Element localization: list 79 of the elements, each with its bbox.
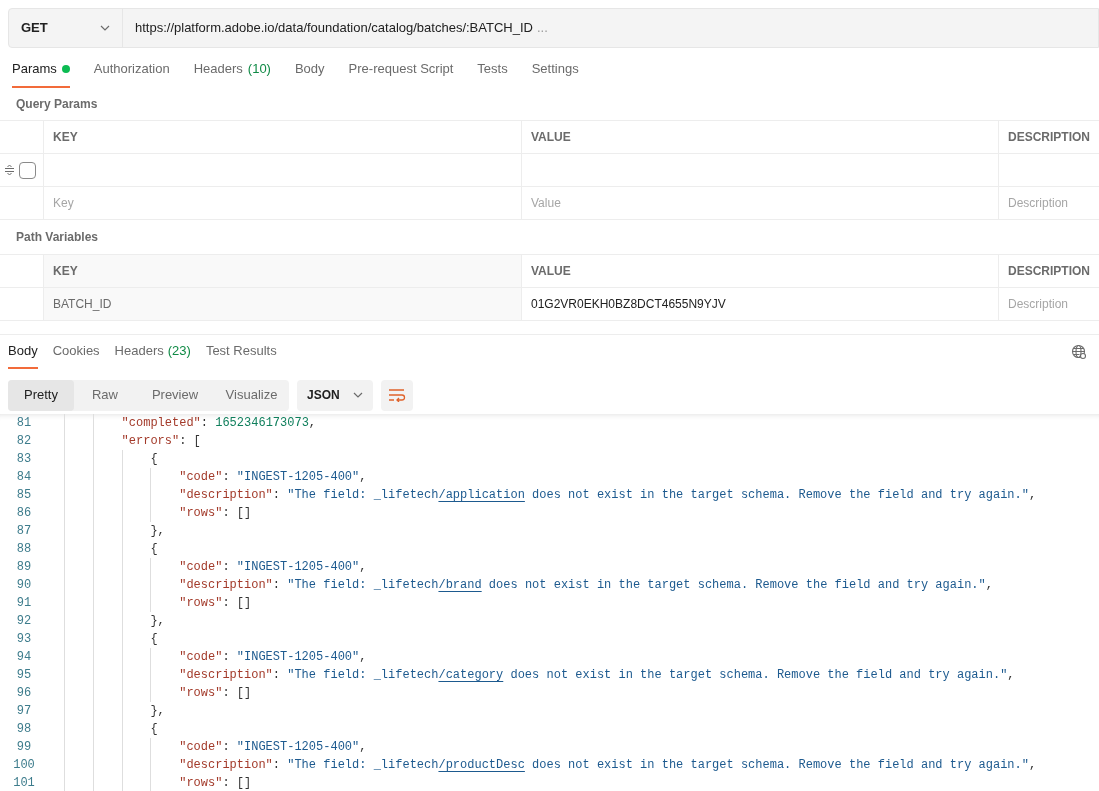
line-number: 83 [16, 451, 32, 468]
description-field[interactable]: Description [999, 187, 1099, 219]
line-number: 101 [13, 775, 35, 791]
tab[interactable]: Headers (23) [114, 336, 191, 369]
drag-handle-icon[interactable] [4, 165, 15, 175]
column-header: KEY [53, 129, 78, 146]
line-number: 96 [16, 685, 32, 702]
view-mode-tab[interactable]: Visualize [214, 379, 289, 411]
line-number: 91 [16, 595, 32, 612]
code-line: "description": "The field: _lifetech/productDesc does not exist in the target schema. Remove the field and try again.", [179, 757, 1037, 774]
column-header: DESCRIPTION [1008, 263, 1090, 280]
checkbox[interactable] [19, 161, 36, 179]
format-dropdown[interactable]: JSON [297, 379, 373, 411]
code-line: "completed": 1652346173073, [121, 415, 317, 432]
line-number: 90 [16, 577, 32, 594]
tab[interactable]: Params [12, 54, 70, 88]
line-number: 100 [13, 757, 35, 774]
line-number: 94 [16, 649, 32, 666]
line-number: 89 [16, 559, 32, 576]
line-number: 88 [16, 541, 32, 558]
code-line: }, [150, 703, 165, 720]
column-header: VALUE [531, 263, 571, 280]
line-number: 84 [16, 469, 32, 486]
section-title: Query Params [15, 96, 99, 113]
code-line: "rows": [] [179, 505, 252, 522]
code-line: "description": "The field: _lifetech/brand does not exist in the target schema. Remove the field and try again.", [179, 577, 993, 594]
tab[interactable]: Authorization [93, 54, 170, 88]
line-number: 86 [16, 505, 32, 522]
globe-icon[interactable] [1071, 344, 1087, 360]
wrap-lines-button[interactable] [381, 379, 413, 411]
line-number: 87 [16, 523, 32, 540]
tab[interactable]: Settings [531, 54, 579, 88]
variable-name: BATCH_ID [53, 296, 112, 313]
view-mode-tab[interactable]: Preview [136, 379, 214, 411]
value-field[interactable]: Value [522, 187, 999, 219]
code-line: "code": "INGEST-1205-400", [179, 469, 367, 486]
line-number: 92 [16, 613, 32, 630]
line-number: 93 [16, 631, 32, 648]
code-line: { [150, 541, 158, 558]
code-line: }, [150, 613, 165, 630]
tab[interactable]: Body [8, 336, 38, 369]
tab[interactable]: Body [294, 54, 325, 88]
section-title: Path Variables [15, 229, 100, 246]
code-line: { [150, 721, 158, 738]
code-line: { [150, 631, 158, 648]
code-line: "errors": [ [121, 433, 201, 450]
view-mode-tab[interactable]: Pretty [8, 379, 74, 411]
code-line: "description": "The field: _lifetech/application does not exist in the target schema. Remove the field and try again.", [179, 487, 1037, 504]
column-header: VALUE [531, 129, 571, 146]
code-line: "code": "INGEST-1205-400", [179, 739, 367, 756]
code-line: "rows": [] [179, 595, 252, 612]
column-header: DESCRIPTION [1008, 129, 1090, 146]
view-mode-tab[interactable]: Raw [74, 379, 136, 411]
code-line: "code": "INGEST-1205-400", [179, 649, 367, 666]
key-field[interactable]: Key [44, 187, 522, 219]
code-line: "rows": [] [179, 775, 252, 791]
code-line: "description": "The field: _lifetech/category does not exist in the target schema. Remove the field and try again.", [179, 667, 1015, 684]
code-line: { [150, 451, 158, 468]
chevron-down-icon [353, 392, 363, 398]
line-number: 95 [16, 667, 32, 684]
code-line: "code": "INGEST-1205-400", [179, 559, 367, 576]
line-number: 98 [16, 721, 32, 738]
code-line: }, [150, 523, 165, 540]
column-header: KEY [53, 263, 78, 280]
line-number: 81 [16, 415, 32, 432]
tab[interactable]: Headers (10) [193, 54, 271, 88]
tab[interactable]: Cookies [52, 336, 100, 369]
value-field[interactable]: 01G2VR0EKH0BZ8DCT4655N9YJV [522, 288, 999, 320]
tab[interactable]: Tests [477, 54, 508, 88]
wrap-lines-icon [388, 388, 406, 402]
description-field[interactable]: Description [999, 288, 1099, 320]
line-number: 97 [16, 703, 32, 720]
line-number: 85 [16, 487, 32, 504]
line-number: 82 [16, 433, 32, 450]
format-label: JSON [307, 387, 340, 404]
tab[interactable]: Test Results [205, 336, 277, 369]
code-line: "rows": [] [179, 685, 252, 702]
tab[interactable]: Pre-request Script [348, 54, 454, 88]
line-number: 99 [16, 739, 32, 756]
